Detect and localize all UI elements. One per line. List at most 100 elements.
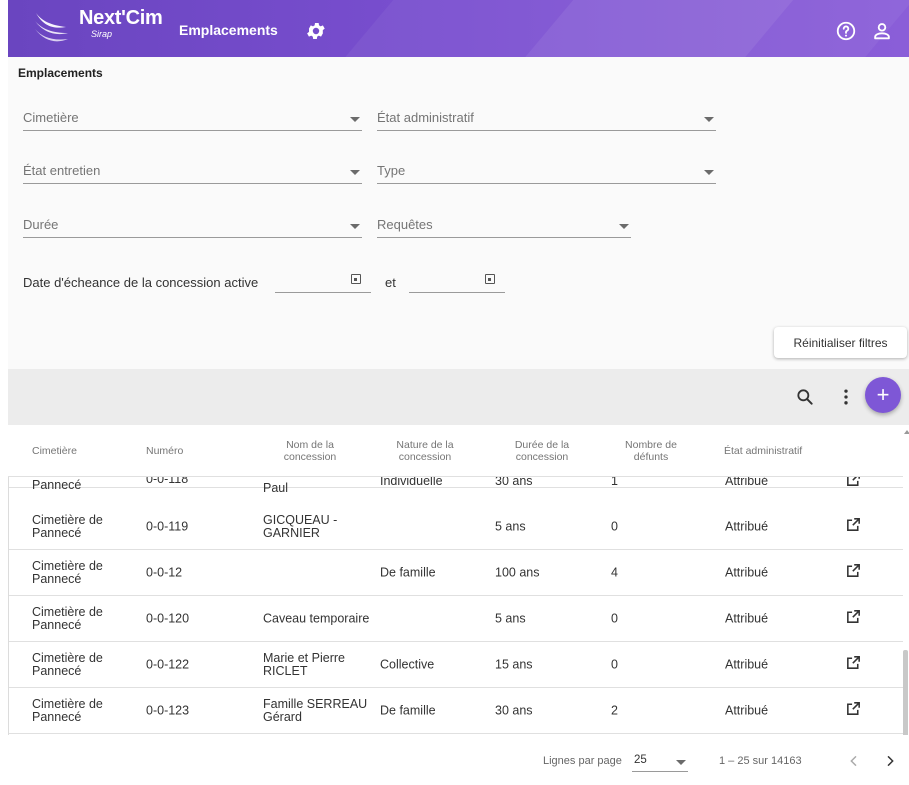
open-in-new-icon[interactable]	[845, 654, 862, 671]
rows-per-page-select[interactable]: 25	[632, 750, 688, 772]
cell-cimetiere: Cimetière de Pannecé	[32, 604, 103, 632]
date-to-input[interactable]	[409, 271, 505, 293]
cell-nom: GICQUEAU - GARNIER	[263, 512, 338, 540]
cell-defunts: 2	[611, 703, 618, 717]
cell-etat: Attribué	[725, 703, 769, 717]
cell-etat: Attribué	[725, 519, 769, 533]
table-header: Cimetière Numéro Nom de la concession Na…	[8, 425, 903, 477]
cell-duree: 100 ans	[495, 565, 540, 579]
dropdown-arrow-icon	[350, 224, 360, 229]
cell-defunts: 0	[611, 519, 618, 533]
brand-subtitle: Sirap	[91, 29, 113, 39]
cell-numero: 0-0-120	[146, 611, 190, 625]
open-in-new-icon[interactable]	[845, 562, 862, 579]
open-in-new-icon[interactable]	[845, 608, 862, 625]
column-header[interactable]: Nature de la concession	[382, 439, 468, 463]
cell-etat: Attribué	[725, 565, 769, 579]
cell-cimetiere: Cimetière de Pannecé	[32, 696, 103, 724]
date-echeance-label: Date d'écheance de la concession active	[23, 275, 259, 290]
column-header[interactable]: Durée de la concession	[498, 439, 586, 463]
table-row[interactable]: Cimetière de Pannecé 0-0-12 De famille 100 …	[8, 550, 903, 596]
cell-etat: Attribué	[725, 657, 769, 671]
search-icon[interactable]	[795, 387, 815, 407]
add-button[interactable]: +	[865, 377, 901, 413]
cell-numero: 0-0-12	[146, 565, 183, 579]
chevron-right-icon[interactable]	[882, 753, 898, 769]
cell-defunts: 0	[611, 611, 618, 625]
cimetiere-select-label: Cimetière	[23, 110, 79, 125]
etat-administratif-select-label: État administratif	[377, 110, 474, 125]
help-circle-icon[interactable]	[835, 20, 857, 42]
duree-select[interactable]: Durée	[23, 214, 362, 238]
page-range: 1 – 25 sur 14163	[719, 755, 802, 767]
cell-nature: De famille	[380, 703, 436, 717]
vertical-scrollbar[interactable]	[903, 650, 908, 746]
cell-cimetiere: Cimetière de Pannecé	[32, 650, 103, 678]
table-row[interactable]: Cimetière de Pannecé 0-0-122 Marie et Pier…	[8, 642, 903, 688]
etat-administratif-select[interactable]: État administratif	[377, 107, 716, 131]
column-header[interactable]: État administratif	[724, 445, 802, 457]
type-select[interactable]: Type	[377, 160, 716, 184]
gear-icon[interactable]	[305, 20, 327, 42]
table-row[interactable]: Cimetière de Pannecé 0-0-120 Caveau tempor…	[8, 596, 903, 642]
column-header[interactable]: Cimetière	[32, 445, 77, 457]
etat-entretien-select[interactable]: État entretien	[23, 160, 362, 184]
chevron-left-icon[interactable]	[846, 753, 862, 769]
scroll-up-icon[interactable]	[904, 430, 909, 434]
brand-name: Next'Cim	[79, 7, 163, 29]
requetes-select[interactable]: Requêtes	[377, 214, 631, 238]
open-in-new-icon[interactable]	[845, 700, 862, 717]
date-joiner: et	[385, 275, 396, 290]
cell-etat: Attribué	[725, 611, 769, 625]
filters-panel: Emplacements Cimetière État administrati…	[8, 57, 909, 369]
table-row[interactable]: Cimetière de Pannecé 0-0-119 GICQUEAU - GA…	[8, 504, 903, 550]
cell-nature: De famille	[380, 565, 436, 579]
emplacements-table: Cimetière Numéro Nom de la concession Na…	[8, 425, 903, 735]
calendar-icon[interactable]	[351, 274, 361, 284]
brand[interactable]: Next'Cim Sirap	[79, 7, 163, 39]
cell-numero: 0-0-122	[146, 657, 190, 671]
calendar-icon[interactable]	[485, 274, 495, 284]
dropdown-arrow-icon	[676, 760, 686, 765]
cell-defunts: 4	[611, 565, 618, 579]
app-header: Next'Cim Sirap Emplacements	[8, 0, 909, 57]
duree-select-label: Durée	[23, 217, 59, 232]
rows-per-page-label: Lignes par page	[543, 755, 622, 767]
dropdown-arrow-icon	[704, 117, 714, 122]
logo-wing-icon	[35, 13, 68, 42]
nav-title[interactable]: Emplacements	[179, 22, 278, 38]
cell-numero: 0-0-123	[146, 703, 190, 717]
cell-nom: Marie et Pierre RICLET	[263, 650, 345, 678]
cell-cimetiere: Pannecé	[32, 478, 82, 492]
open-in-new-icon[interactable]	[845, 516, 862, 533]
rows-per-page-value: 25	[634, 754, 647, 766]
cell-numero: 0-0-119	[146, 519, 189, 533]
column-header[interactable]: Numéro	[146, 445, 183, 457]
cell-cimetiere: Cimetière de Pannecé	[32, 512, 103, 540]
column-header[interactable]: Nom de la concession	[270, 439, 350, 463]
more-vert-icon[interactable]	[836, 387, 856, 407]
table-left-border	[8, 425, 9, 785]
etat-entretien-select-label: État entretien	[23, 163, 101, 178]
table-row[interactable]: Cimetière de Pannecé 0-0-123 Famille SERRE…	[8, 688, 903, 734]
column-header[interactable]: Nombre de défunts	[616, 439, 686, 463]
cell-duree: 5 ans	[495, 611, 526, 625]
reset-filters-button[interactable]: Réinitialiser filtres	[774, 327, 907, 358]
paginator: Lignes par page 25 1 – 25 sur 14163	[8, 735, 909, 785]
cell-nom: Famille SERREAU Gérard	[263, 696, 368, 724]
cell-defunts: 0	[611, 657, 618, 671]
cimetiere-select[interactable]: Cimetière	[23, 107, 362, 131]
date-from-input[interactable]	[275, 271, 371, 293]
cell-duree: 5 ans	[495, 519, 526, 533]
cell-duree: 30 ans	[495, 703, 533, 717]
table-toolbar: +	[8, 369, 909, 425]
dropdown-arrow-icon	[704, 170, 714, 175]
cell-duree: 15 ans	[495, 657, 533, 671]
cell-cimetiere: Cimetière de Pannecé	[32, 558, 103, 586]
user-icon[interactable]	[871, 20, 893, 42]
type-select-label: Type	[377, 163, 406, 178]
cell-nature: Collective	[380, 657, 435, 671]
dropdown-arrow-icon	[350, 170, 360, 175]
cell-nom: Caveau temporaire	[263, 611, 370, 625]
dropdown-arrow-icon	[350, 117, 360, 122]
